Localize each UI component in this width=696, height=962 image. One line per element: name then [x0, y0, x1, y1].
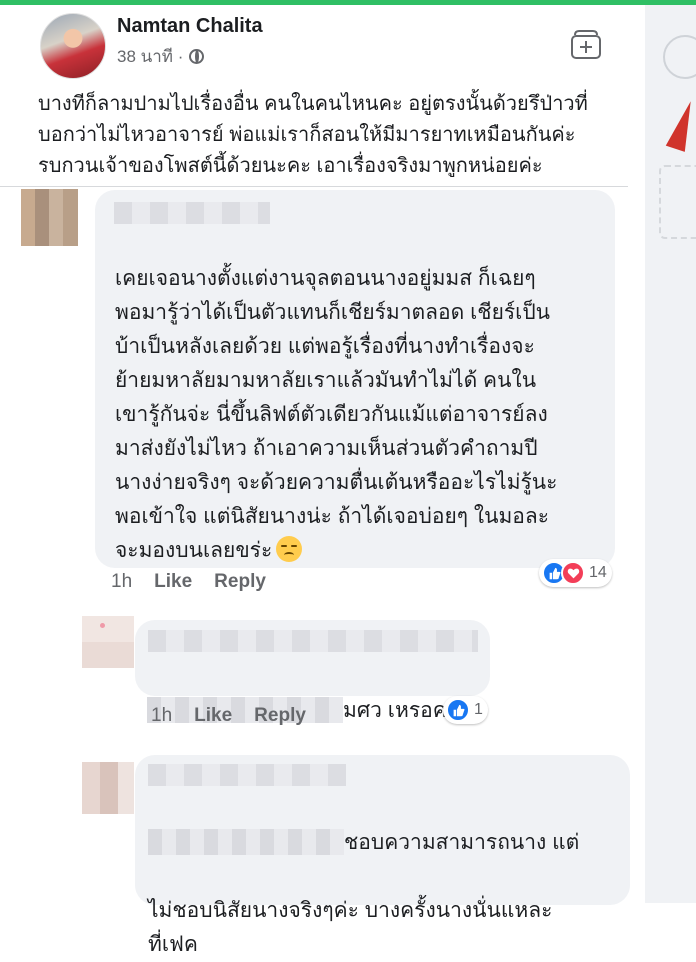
save-post-icon: [571, 30, 601, 59]
reaction-summary[interactable]: 14: [539, 559, 612, 587]
love-reaction-icon: [561, 561, 585, 585]
comment-actions: 1h Like Reply: [111, 571, 266, 593]
comment-text-visible: ชอบความสามารถนาง แต่: [344, 831, 580, 854]
save-post-button[interactable]: [569, 27, 603, 61]
comment-text-rest: ไม่ชอบนิสัยนางจริงๆค่ะ บางครั้งนางนั่นแห…: [148, 899, 553, 956]
comment-text-visible: มศว เหรอคะ: [343, 699, 459, 722]
reaction-count: 1: [474, 701, 483, 718]
reaction-summary[interactable]: 1: [443, 696, 488, 724]
post-card: Namtan Chalita 38 นาที · บางทีก็ลามปามไป…: [0, 5, 645, 187]
comment-time[interactable]: 1h: [151, 705, 172, 727]
reaction-count: 14: [589, 564, 607, 581]
commenter-name-redacted[interactable]: [114, 202, 270, 224]
post-meta: 38 นาที ·: [117, 43, 205, 70]
commenter-name-redacted[interactable]: [148, 764, 346, 786]
comment-last-line: จะมองบนเลยขร่ะ: [115, 534, 610, 568]
unamused-face-icon: [276, 536, 303, 562]
comment-text-body: เคยเจอนางตั้งแต่งานจุลตอนนางอยู่มมส ก็เฉ…: [115, 267, 558, 528]
reply-button[interactable]: Reply: [214, 571, 266, 593]
decor-outline: [659, 165, 696, 239]
comment-text: เคยเจอนางตั้งแต่งานจุลตอนนางอยู่มมส ก็เฉ…: [115, 228, 610, 602]
author-name[interactable]: Namtan Chalita: [117, 15, 263, 38]
post-divider: [0, 186, 628, 187]
commenter-name-redacted[interactable]: [148, 630, 478, 652]
comment-first-line: ชอบความสามารถนาง แต่: [148, 826, 618, 860]
decor-red-shape: [665, 98, 696, 152]
commenter-avatar[interactable]: [82, 616, 134, 668]
comment-last-line-text: จะมองบนเลยขร่ะ: [115, 539, 273, 562]
redacted-text: [148, 829, 344, 855]
post-time[interactable]: 38 นาที ·: [117, 43, 183, 70]
background-page-strip: [645, 5, 696, 903]
post-body: บางทีก็ลามปามไปเรื่องอื่น คนในคนไหนคะ อย…: [38, 93, 588, 177]
author-avatar[interactable]: [40, 13, 106, 79]
like-button[interactable]: Like: [194, 705, 232, 727]
globe-icon: [189, 49, 205, 64]
comment-time[interactable]: 1h: [111, 571, 132, 593]
like-button[interactable]: Like: [154, 571, 192, 593]
commenter-avatar[interactable]: [82, 762, 134, 814]
like-reaction-icon: [446, 698, 470, 722]
reply-button[interactable]: Reply: [254, 705, 306, 727]
comment-text: ชอบความสามารถนาง แต่ ไม่ชอบนิสัยนางจริงๆ…: [148, 792, 618, 962]
commenter-avatar[interactable]: [21, 189, 78, 246]
comment-actions: 1h Like Reply: [151, 705, 306, 727]
decor-circle: [663, 35, 696, 79]
